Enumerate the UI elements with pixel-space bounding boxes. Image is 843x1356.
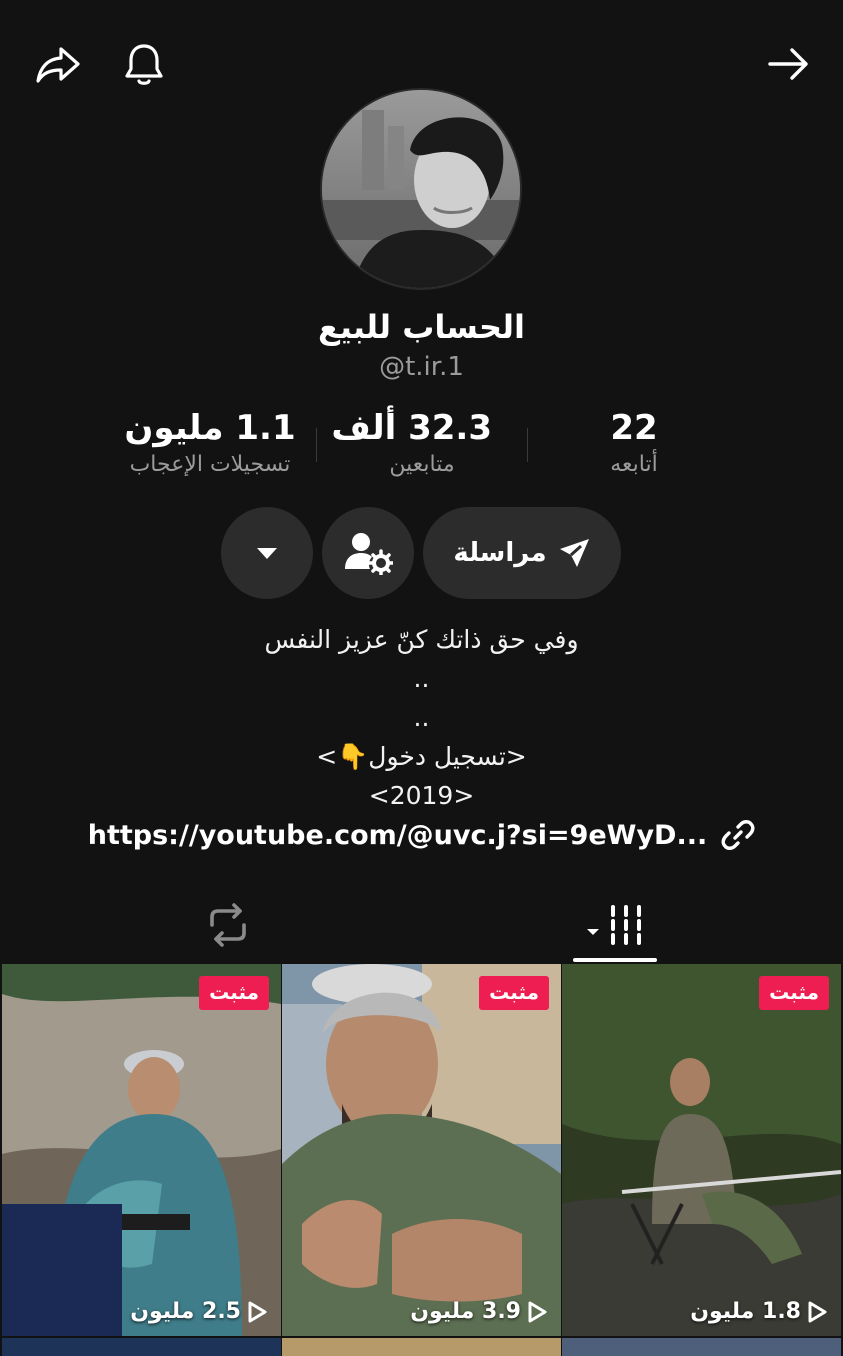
bio-link-text: https://youtube.com/@uvc.j?si=9eWyD...: [87, 819, 708, 851]
video-thumbnail[interactable]: مثبت 1.8 مليون: [562, 964, 841, 1336]
repost-icon: [210, 903, 246, 947]
following-stat[interactable]: 22 أتابعه: [594, 408, 674, 477]
pinned-badge: مثبت: [199, 976, 269, 1010]
bio-line: <2019>: [368, 781, 475, 810]
play-icon: [248, 1301, 267, 1322]
friend-settings-button[interactable]: [322, 507, 414, 599]
bio: وفي حق ذاتك كنّ عزيز النفس .. .. <تسجيل …: [0, 620, 843, 815]
video-thumbnail[interactable]: مثبت 3.9 مليون: [282, 964, 561, 1336]
view-count-text: 3.9 مليون: [410, 1299, 521, 1324]
view-count: 1.8 مليون: [690, 1299, 827, 1324]
message-label: مراسلة: [453, 538, 547, 568]
play-icon: [528, 1301, 547, 1322]
arrow-right-icon[interactable]: [762, 38, 814, 90]
following-count: 22: [610, 408, 658, 448]
view-count: 3.9 مليون: [410, 1299, 547, 1324]
followers-count: 32.3 ألف: [331, 408, 492, 448]
link-icon: [721, 820, 755, 850]
stat-divider: [316, 428, 317, 462]
tab-videos[interactable]: [573, 890, 657, 960]
message-button[interactable]: مراسلة: [423, 507, 621, 599]
active-tab-indicator: [573, 958, 657, 962]
video-thumbnail-partial[interactable]: [2, 1338, 281, 1356]
following-label: أتابعه: [610, 452, 658, 477]
bell-icon[interactable]: [118, 38, 170, 90]
likes-stat[interactable]: 1.1 مليون تسجيلات الإعجاب: [122, 408, 298, 477]
bio-line: ..: [413, 703, 430, 732]
view-count: 2.5 مليون: [130, 1299, 267, 1324]
user-gear-icon: [345, 533, 393, 575]
pinned-badge: مثبت: [759, 976, 829, 1010]
bio-line: وفي حق ذاتك كنّ عزيز النفس: [264, 625, 579, 654]
play-icon: [808, 1301, 827, 1322]
likes-count: 1.1 مليون: [124, 408, 296, 448]
share-icon[interactable]: [32, 38, 84, 90]
tab-reposts[interactable]: [188, 890, 268, 960]
caret-down-icon: [257, 548, 277, 559]
profile-stats: 1.1 مليون تسجيلات الإعجاب 32.3 ألف متابع…: [0, 408, 843, 488]
likes-label: تسجيلات الإعجاب: [129, 452, 291, 477]
stat-divider: [527, 428, 528, 462]
username-handle: @t.ir.1: [379, 352, 464, 382]
followers-label: متابعين: [389, 452, 455, 477]
video-thumbnail-partial[interactable]: [282, 1338, 561, 1356]
bio-line: ..: [413, 664, 430, 693]
avatar[interactable]: [320, 88, 522, 290]
content-tabs: [0, 890, 843, 964]
video-thumbnail[interactable]: مثبت 2.5 مليون: [2, 964, 281, 1336]
followers-stat[interactable]: 32.3 ألف متابعين: [331, 408, 492, 477]
bio-link[interactable]: https://youtube.com/@uvc.j?si=9eWyD...: [0, 818, 843, 852]
view-count-text: 2.5 مليون: [130, 1299, 241, 1324]
display-name: الحساب للبيع: [318, 308, 525, 346]
bio-line: <تسجيل دخول👇>: [316, 742, 527, 771]
video-thumbnail-partial[interactable]: [562, 1338, 841, 1356]
send-icon: [559, 539, 589, 567]
grid-icon: [587, 905, 641, 945]
more-options-button[interactable]: [221, 507, 313, 599]
view-count-text: 1.8 مليون: [690, 1299, 801, 1324]
pinned-badge: مثبت: [479, 976, 549, 1010]
